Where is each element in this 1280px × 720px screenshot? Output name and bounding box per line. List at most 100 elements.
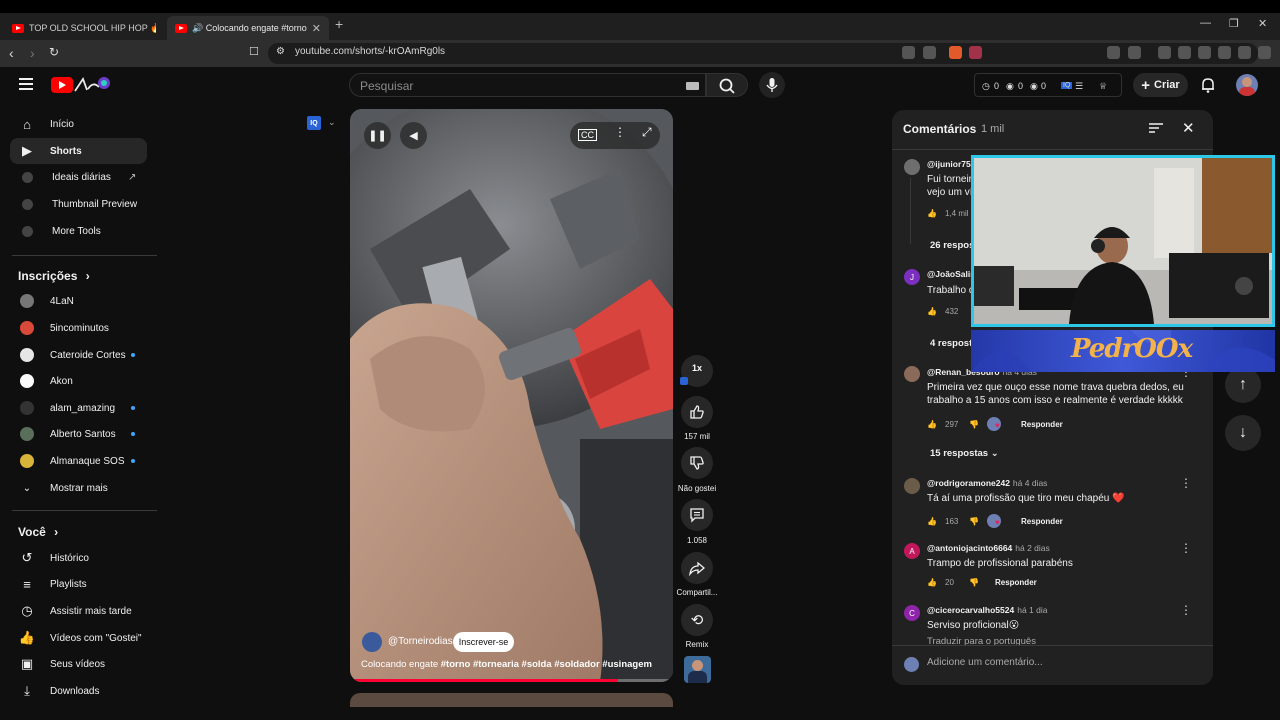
replies-toggle[interactable]: 15 respostas ⌄ <box>930 448 999 459</box>
subscription-item[interactable]: 4LaN <box>10 288 147 314</box>
rewards-icon[interactable] <box>969 46 982 59</box>
comment-author[interactable]: @antoniojacinto6664 há 2 dias <box>927 543 1050 553</box>
extensions-icon[interactable] <box>1107 46 1120 59</box>
audio-thumbnail[interactable] <box>684 656 711 683</box>
url-text[interactable]: youtube.com/shorts/-krOAmRg0ls <box>295 46 445 57</box>
captions-icon[interactable]: CC <box>578 129 597 141</box>
back-icon[interactable]: ‹ <box>9 45 14 61</box>
thumbs-up-icon[interactable]: 👍 <box>927 307 943 316</box>
comment-author[interactable]: @cicerocarvalho5524 há 1 dia <box>927 605 1047 615</box>
subscription-item[interactable]: alam_amazing <box>10 395 147 421</box>
comment-more-icon[interactable]: ⋮ <box>1180 603 1192 617</box>
reply-button[interactable]: Responder <box>1021 517 1063 526</box>
comment-author[interactable]: @rodrigoramone242 há 4 dias <box>927 478 1047 488</box>
comment-more-icon[interactable]: ⋮ <box>1180 541 1192 555</box>
reply-button[interactable]: Responder <box>995 578 1037 587</box>
sidebar-item-liked-videos[interactable]: 👍 Vídeos com "Gostei" <box>10 625 147 651</box>
reply-button[interactable]: Responder <box>1021 420 1063 429</box>
sidebar-item-watch-later[interactable]: ◷ Assistir mais tarde <box>10 598 147 624</box>
close-window-button[interactable]: ✕ <box>1258 17 1267 30</box>
subscription-item[interactable]: 5incominutos <box>10 315 147 341</box>
previous-short-button[interactable]: ↑ <box>1225 367 1261 403</box>
volume-button[interactable]: ◀ <box>400 122 427 149</box>
comment-avatar[interactable] <box>904 478 920 494</box>
dislike-button[interactable] <box>681 447 713 479</box>
vidiq-badge-icon[interactable]: IQ <box>307 116 321 130</box>
subscription-item[interactable]: Almanaque SOS <box>10 448 147 474</box>
sidebar-item-shorts[interactable]: ▶ Shorts <box>10 138 147 164</box>
comment-avatar[interactable] <box>904 366 920 382</box>
chevron-down-icon[interactable]: ⌄ <box>328 117 336 128</box>
sidebar-toggle-icon[interactable] <box>1178 46 1191 59</box>
next-short-preview[interactable] <box>350 693 673 707</box>
comment-avatar[interactable] <box>904 159 920 175</box>
remix-button[interactable]: ⟲ <box>681 604 713 636</box>
thumbs-down-icon[interactable]: 👎 <box>969 578 979 587</box>
wallet-icon[interactable] <box>1198 46 1211 59</box>
comment-more-icon[interactable]: ⋮ <box>1180 476 1192 490</box>
new-tab-button[interactable]: + <box>335 16 343 32</box>
comment-author[interactable]: @JoãoSalir <box>927 269 974 279</box>
music-icon[interactable] <box>1158 46 1171 59</box>
leo-icon[interactable] <box>1218 46 1231 59</box>
video-progress-bar[interactable] <box>350 679 673 682</box>
channel-avatar[interactable] <box>362 632 382 652</box>
pause-button[interactable]: ❚❚ <box>364 122 391 149</box>
youtube-logo-icon[interactable] <box>51 77 73 93</box>
bookmark-icon[interactable]: ☐ <box>249 45 259 58</box>
show-more-button[interactable]: ⌄ Mostrar mais <box>10 475 147 501</box>
thumbs-up-icon[interactable]: 👍 <box>927 517 943 526</box>
video-hashtags[interactable]: #torno #tornearia #solda #soldador #usin… <box>441 659 652 670</box>
forward-icon[interactable]: › <box>30 45 35 61</box>
keyboard-icon[interactable] <box>686 82 699 90</box>
notifications-bell-icon[interactable] <box>1199 76 1217 94</box>
translate-link[interactable]: Traduzir para o português <box>927 635 1197 648</box>
site-info-icon[interactable]: ⚙ <box>276 46 285 57</box>
sidebar-item-downloads[interactable]: ⤓ Downloads <box>10 678 147 704</box>
create-button[interactable]: + Criar <box>1133 73 1188 97</box>
sidebar-item-history[interactable]: ↺ Histórico <box>10 545 147 571</box>
cast-icon[interactable] <box>902 46 915 59</box>
subscription-item[interactable]: Akon <box>10 368 147 394</box>
shorts-video-player[interactable]: ❚❚ ◀ CC ⋮ ⤢ @Torneirodias Inscrever-se C… <box>350 109 673 682</box>
account-avatar[interactable] <box>1236 74 1258 96</box>
search-button[interactable] <box>706 73 748 97</box>
subscriptions-heading[interactable]: Inscrições › <box>18 269 90 283</box>
comments-button[interactable] <box>681 499 713 531</box>
you-heading[interactable]: Você › <box>18 525 58 539</box>
add-comment-input[interactable]: Adicione um comentário... <box>927 657 1043 668</box>
hamburger-menu-icon[interactable] <box>19 78 33 93</box>
thumbs-up-icon[interactable]: 👍 <box>927 420 943 429</box>
share-button[interactable] <box>681 552 713 584</box>
sidebar-item-daily-ideas[interactable]: Ideais diárias ↗ <box>10 164 147 190</box>
close-comments-icon[interactable]: ✕ <box>1182 119 1195 137</box>
sidebar-item-thumbnail-preview[interactable]: Thumbnail Preview <box>10 191 147 217</box>
vidiq-stats[interactable]: ◷ 0 ◉ 0 ◉ 0 IQ ☰ ♕ <box>974 73 1122 97</box>
sidebar-item-playlists[interactable]: ≡ Playlists <box>10 571 147 597</box>
sidebar-item-more-tools[interactable]: More Tools <box>10 218 147 244</box>
thumbs-down-icon[interactable]: 👎 <box>969 517 979 526</box>
tab-hiphop[interactable]: TOP OLD SCHOOL HIP HOP 🔥 50 Ce <box>4 16 164 40</box>
comment-avatar[interactable]: J <box>904 269 920 285</box>
subscription-item[interactable]: Alberto Santos <box>10 421 147 447</box>
maximize-button[interactable]: ❐ <box>1229 17 1239 30</box>
sort-icon[interactable] <box>1149 122 1163 134</box>
more-options-icon[interactable]: ⋮ <box>614 125 626 139</box>
subscription-item[interactable]: Cateroide Cortes <box>10 342 147 368</box>
channel-name[interactable]: @Torneirodias <box>388 636 453 647</box>
menu-icon[interactable] <box>1258 46 1271 59</box>
comment-avatar[interactable]: C <box>904 605 920 621</box>
thumbs-down-icon[interactable]: 👎 <box>969 420 979 429</box>
tab-shorts[interactable]: 🔊 Colocando engate #torno #to ✕ <box>167 16 329 40</box>
like-button[interactable] <box>681 396 713 428</box>
sidebar-item-home[interactable]: ⌂ Início <box>10 111 147 137</box>
vpn-icon[interactable] <box>1238 46 1251 59</box>
tab-close-icon[interactable]: ✕ <box>312 22 321 35</box>
share-icon[interactable] <box>923 46 936 59</box>
minimize-button[interactable]: — <box>1200 17 1211 29</box>
voice-search-button[interactable] <box>759 72 785 98</box>
brave-icon[interactable] <box>949 46 962 59</box>
comment-avatar[interactable]: A <box>904 543 920 559</box>
next-short-button[interactable]: ↓ <box>1225 415 1261 451</box>
comment-author[interactable]: @ijunior754 <box>927 159 975 169</box>
